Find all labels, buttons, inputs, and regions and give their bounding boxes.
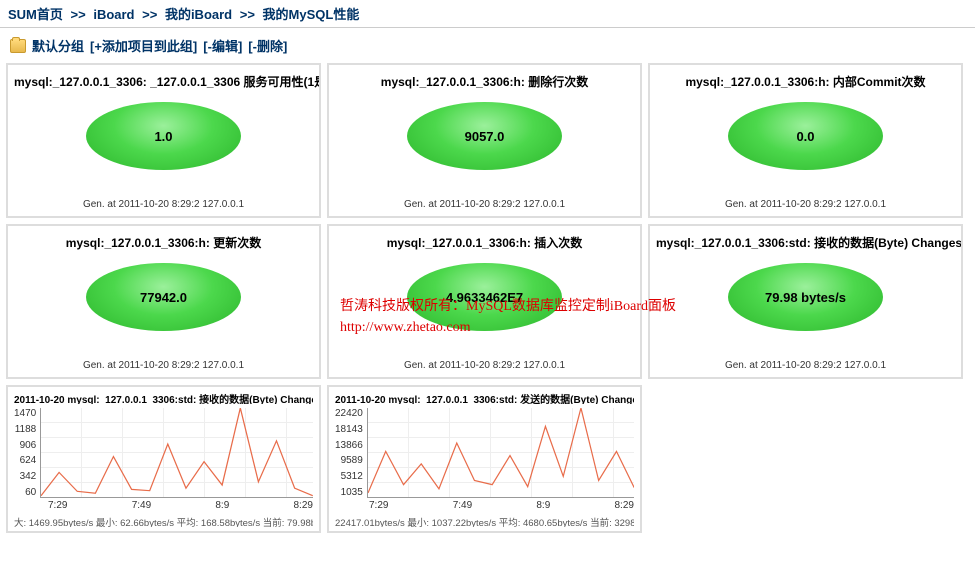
gauge-panel[interactable]: mysql:_127.0.0.1_3306:h: 删除行次数 9057.0 Gen.… [327,63,642,218]
gauge-panel[interactable]: mysql:_127.0.0.1_3306:h: 内部Commit次数 0.0 Ge… [648,63,963,218]
gauge-value: 79.98 bytes/s [765,290,846,305]
gauge-panel[interactable]: mysql:_127.0.0.1_3306:std: 接收的数据(Byte) C… [648,224,963,379]
chart-panel[interactable]: 2011-10-20 mysql:_127.0.0.1_3306:std: 发送… [327,385,642,533]
group-header: 默认分组 [+添加项目到此组] [-编辑] [-删除] [0,28,975,63]
gauge-value: 77942.0 [140,290,187,305]
gauge-value: 9057.0 [465,129,505,144]
panel-footer: Gen. at 2011-10-20 8:29:2 127.0.0.1 [8,360,319,371]
gauge-value: 4.9633462E7 [446,290,523,305]
chart-body: 1470118890662434260 [14,408,313,498]
breadcrumb-link[interactable]: SUM首页 [8,7,63,22]
chart-ylabels: 224201814313866958953121035 [335,408,367,498]
panel-footer: Gen. at 2011-10-20 8:29:2 127.0.0.1 [329,360,640,371]
gauge-panel[interactable]: mysql:_127.0.0.1_3306: _127.0.0.1_3306 服… [6,63,321,218]
breadcrumb-sep: >> [142,7,157,22]
gauge-panel[interactable]: mysql:_127.0.0.1_3306:h: 插入次数 4.9633462E7… [327,224,642,379]
panel-footer: Gen. at 2011-10-20 8:29:2 127.0.0.1 [8,199,319,210]
chart-ylabels: 1470118890662434260 [14,408,40,498]
chart-xlabels: 7:297:498:98:29 [369,500,634,511]
breadcrumb-link[interactable]: 我的MySQL性能 [263,7,360,22]
chart-line [368,408,634,497]
group-name: 默认分组 [32,36,84,55]
breadcrumb-sep: >> [240,7,255,22]
gauge-ellipse: 77942.0 [86,263,241,331]
chart-line [41,408,313,497]
chart-title: 2011-10-20 mysql:_127.0.0.1_3306:std: 接收… [14,391,313,404]
chart-stats: 22417.01bytes/s 最小: 1037.22bytes/s 平均: 4… [335,515,634,527]
chart-title: 2011-10-20 mysql:_127.0.0.1_3306:std: 发送… [335,391,634,404]
edit-link[interactable]: [-编辑] [203,36,242,55]
panel-title: mysql:_127.0.0.1_3306:h: 删除行次数 [329,65,640,94]
gauge-value: 1.0 [154,129,172,144]
panel-title: mysql:_127.0.0.1_3306:std: 接收的数据(Byte) C… [650,226,961,255]
panel-title: mysql:_127.0.0.1_3306:h: 插入次数 [329,226,640,255]
chart-body: 224201814313866958953121035 [335,408,634,498]
chart-grid: 2011-10-20 mysql:_127.0.0.1_3306:std: 接收… [0,385,975,533]
panel-grid: mysql:_127.0.0.1_3306: _127.0.0.1_3306 服… [0,63,975,379]
chart-panel[interactable]: 2011-10-20 mysql:_127.0.0.1_3306:std: 接收… [6,385,321,533]
panel-footer: Gen. at 2011-10-20 8:29:2 127.0.0.1 [650,199,961,210]
breadcrumb: SUM首页 >> iBoard >> 我的iBoard >> 我的MySQL性能 [0,0,975,28]
chart-plot [40,408,313,498]
chart-xlabels: 7:297:498:98:29 [48,500,313,511]
gauge-ellipse: 1.0 [86,102,241,170]
gauge-value: 0.0 [796,129,814,144]
panel-title: mysql:_127.0.0.1_3306:h: 内部Commit次数 [650,65,961,94]
folder-icon [10,39,26,53]
chart-stats: 大: 1469.95bytes/s 最小: 62.66bytes/s 平均: 1… [14,515,313,527]
gauge-ellipse: 79.98 bytes/s [728,263,883,331]
panel-footer: Gen. at 2011-10-20 8:29:2 127.0.0.1 [650,360,961,371]
add-item-link[interactable]: [+添加项目到此组] [90,36,197,55]
gauge-ellipse: 9057.0 [407,102,562,170]
delete-link[interactable]: [-删除] [248,36,287,55]
gauge-panel[interactable]: mysql:_127.0.0.1_3306:h: 更新次数 77942.0 Gen.… [6,224,321,379]
breadcrumb-sep: >> [71,7,86,22]
gauge-ellipse: 4.9633462E7 [407,263,562,331]
breadcrumb-link[interactable]: iBoard [93,7,134,22]
chart-plot [367,408,634,498]
panel-title: mysql:_127.0.0.1_3306: _127.0.0.1_3306 服… [8,65,319,94]
panel-footer: Gen. at 2011-10-20 8:29:2 127.0.0.1 [329,199,640,210]
gauge-ellipse: 0.0 [728,102,883,170]
panel-title: mysql:_127.0.0.1_3306:h: 更新次数 [8,226,319,255]
breadcrumb-link[interactable]: 我的iBoard [165,7,232,22]
